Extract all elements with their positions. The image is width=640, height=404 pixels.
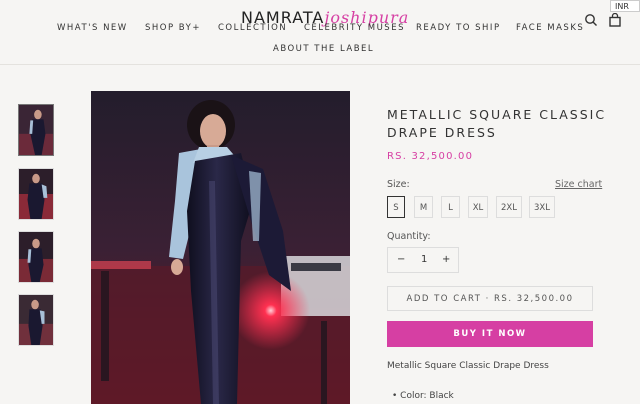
feature-color: Color: Black: [400, 391, 454, 401]
currency-selector[interactable]: INR: [610, 0, 640, 12]
nav-celebrity-muses[interactable]: CELEBRITY MUSES: [304, 23, 405, 33]
product-price: RS. 32,500.00: [387, 151, 474, 162]
size-option-xl[interactable]: XL: [468, 196, 488, 218]
quantity-increase-button[interactable]: +: [442, 254, 450, 265]
size-option-3xl[interactable]: 3XL: [529, 196, 555, 218]
size-label: Size:: [387, 179, 410, 190]
nav-collection[interactable]: COLLECTION: [218, 23, 287, 33]
size-option-s[interactable]: S: [387, 196, 405, 218]
add-to-cart-button[interactable]: ADD TO CART · RS. 32,500.00: [387, 286, 593, 311]
nav-ready-to-ship[interactable]: READY TO SHIP: [416, 23, 501, 33]
shopping-bag-icon[interactable]: [608, 12, 622, 27]
feature-list-item: • Color: Black: [392, 391, 454, 401]
nav-face-masks[interactable]: FACE MASKS: [516, 23, 584, 33]
size-option-l[interactable]: L: [441, 196, 460, 218]
buy-it-now-button[interactable]: BUY IT NOW: [387, 321, 593, 347]
product-title: METALLIC SQUARE CLASSIC DRAPE DRESS: [387, 107, 607, 140]
quantity-stepper: − 1 +: [387, 247, 459, 273]
product-thumbnail-3[interactable]: [18, 231, 54, 283]
product-main-image[interactable]: [91, 91, 350, 404]
quantity-value[interactable]: 1: [421, 254, 427, 265]
site-header: NAMRATAjoshipura WHAT'S NEW SHOP BY+ COL…: [0, 0, 640, 65]
size-option-m[interactable]: M: [414, 196, 433, 218]
nav-about-the-label[interactable]: ABOUT THE LABEL: [273, 44, 374, 54]
size-option-2xl[interactable]: 2XL: [496, 196, 522, 218]
product-thumbnail-4[interactable]: [18, 294, 54, 346]
quantity-decrease-button[interactable]: −: [397, 254, 405, 265]
product-description: Metallic Square Classic Drape Dress: [387, 361, 549, 371]
quantity-label: Quantity:: [387, 231, 431, 242]
search-icon[interactable]: [584, 12, 598, 26]
product-thumbnail-2[interactable]: [18, 168, 54, 220]
nav-whats-new[interactable]: WHAT'S NEW: [57, 23, 128, 33]
size-chart-link[interactable]: Size chart: [555, 179, 602, 190]
product-thumbnail-1[interactable]: [18, 104, 54, 156]
nav-shop-by[interactable]: SHOP BY+: [145, 23, 201, 33]
